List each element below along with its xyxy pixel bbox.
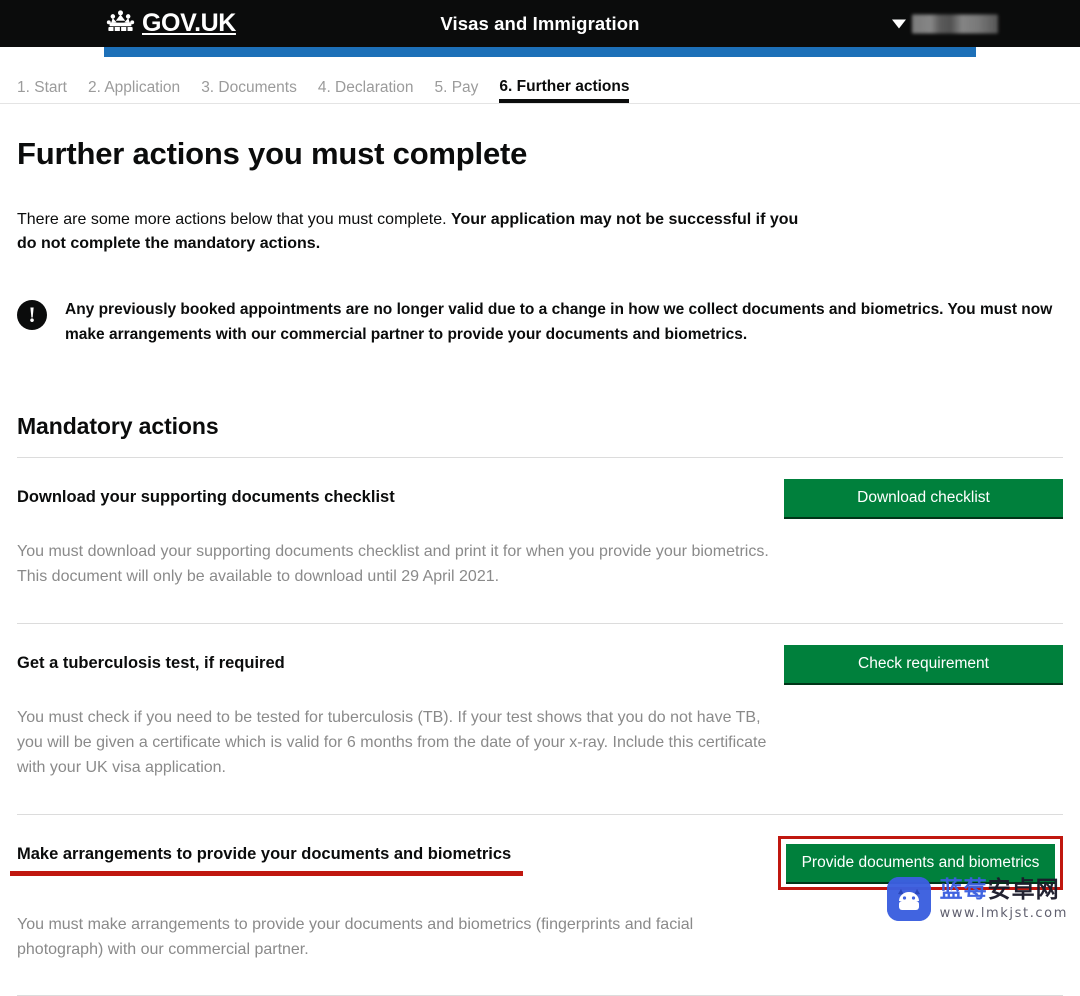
mandatory-actions-heading: Mandatory actions — [17, 413, 219, 440]
watermark-brand-suffix: 安卓网 — [987, 876, 1060, 903]
step-tab-start[interactable]: 1. Start — [17, 79, 67, 104]
step-navigation: 1. Start 2. Application 3. Documents 4. … — [0, 57, 1080, 104]
step-tab-pay[interactable]: 5. Pay — [434, 79, 478, 104]
account-name-redacted — [912, 14, 998, 33]
watermark-url: www.lmkjst.com — [939, 905, 1068, 921]
chevron-down-icon — [892, 19, 906, 28]
android-robot-logo-icon — [886, 877, 931, 921]
step-tab-declaration[interactable]: 4. Declaration — [318, 79, 414, 104]
action-item-tuberculosis-test: Get a tuberculosis test, if required Che… — [17, 645, 1063, 781]
action-description: You must download your supporting docume… — [17, 543, 769, 586]
account-menu[interactable] — [892, 14, 998, 33]
action-description: You must check if you need to be tested … — [17, 708, 767, 776]
page-title: Further actions you must complete — [17, 136, 528, 171]
site-watermark: 蓝莓安卓网 www.lmkjst.com — [886, 876, 1068, 921]
action-heading: Download your supporting documents check… — [17, 488, 395, 507]
download-checklist-button[interactable]: Download checklist — [784, 479, 1063, 518]
progress-bar-fill — [104, 47, 976, 57]
action-description: You must make arrangements to provide yo… — [17, 915, 694, 958]
action-button-wrap: Check requirement — [784, 645, 1063, 683]
action-item-download-checklist: Download your supporting documents check… — [17, 479, 1063, 590]
action-heading: Get a tuberculosis test, if required — [17, 654, 285, 673]
progress-bar-track — [0, 47, 1080, 57]
action-divider — [17, 813, 1063, 815]
step-tab-application[interactable]: 2. Application — [88, 79, 180, 104]
step-tab-further-actions[interactable]: 6. Further actions — [499, 78, 630, 103]
step-tab-documents[interactable]: 3. Documents — [201, 79, 297, 104]
main-content: Further actions you must complete There … — [0, 136, 1080, 996]
action-heading-highlighted: Make arrangements to provide your docume… — [9, 836, 524, 877]
intro-lead-text: There are some more actions below that y… — [17, 210, 451, 228]
govuk-header: GOV.UK Visas and Immigration — [0, 0, 1080, 47]
watermark-text: 蓝莓安卓网 www.lmkjst.com — [939, 876, 1068, 921]
section-divider — [17, 457, 1063, 459]
action-button-wrap: Download checklist — [784, 479, 1063, 518]
exclamation-circle-icon: ! — [17, 300, 47, 331]
alert-message: Any previously booked appointments are n… — [65, 301, 1053, 343]
watermark-brand-prefix: 蓝莓 — [939, 876, 988, 903]
action-divider — [17, 623, 1063, 625]
check-requirement-button[interactable]: Check requirement — [784, 645, 1063, 683]
intro-paragraph: There are some more actions below that y… — [17, 208, 817, 257]
important-alert: ! Any previously booked appointments are… — [17, 298, 1063, 347]
